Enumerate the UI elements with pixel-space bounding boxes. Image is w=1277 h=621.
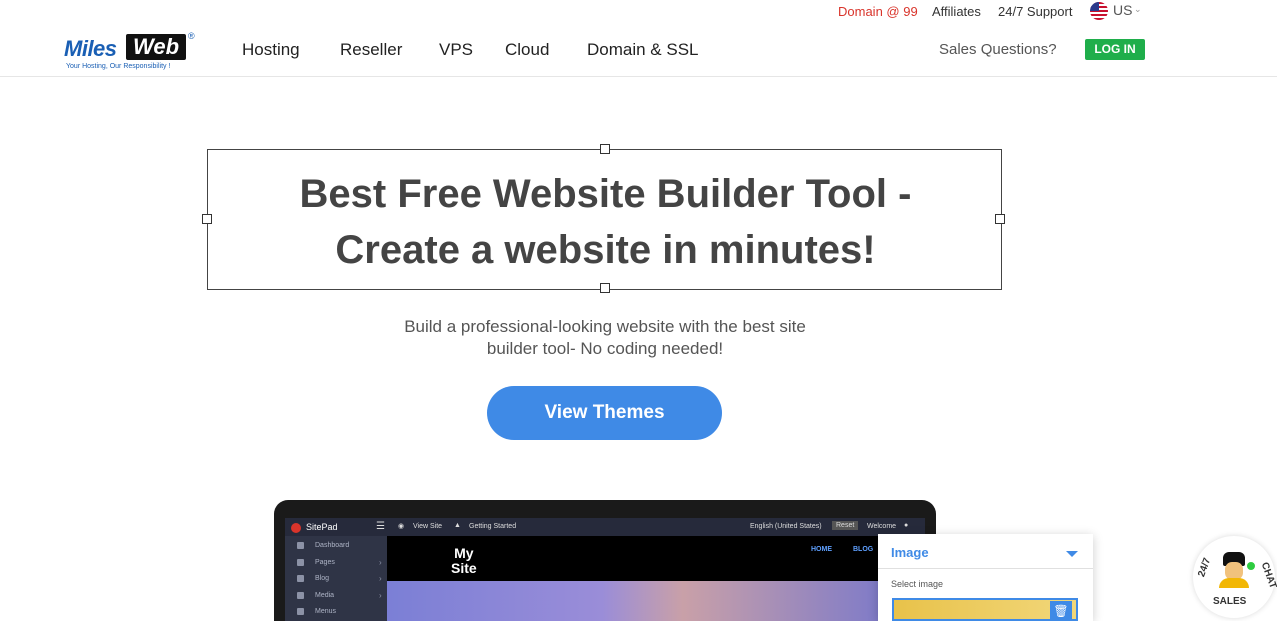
logo-registered-mark: ® [188, 31, 195, 41]
nav-vps[interactable]: VPS [439, 40, 473, 60]
chevron-right-icon: › [379, 574, 382, 583]
logo-web-text: Web [126, 34, 186, 60]
nav-cloud[interactable]: Cloud [505, 40, 549, 60]
preview-site-title-line-1: My [454, 545, 474, 561]
menus-icon [297, 608, 304, 615]
sitepad-app-name: SitePad [306, 522, 338, 532]
nav-reseller[interactable]: Reseller [340, 40, 402, 60]
logo-tagline: Your Hosting, Our Responsibility ! [66, 63, 171, 70]
avatar-shirt [1219, 578, 1249, 588]
preview-site-title: My Site [451, 546, 477, 576]
chevron-down-icon[interactable]: ⌄ [1134, 4, 1142, 15]
sitepad-view-site: View Site [413, 523, 443, 530]
preview-nav-home: HOME [811, 546, 832, 553]
nav-hosting[interactable]: Hosting [242, 40, 300, 60]
hero-subtitle: Build a professional-looking website wit… [360, 316, 850, 360]
sitepad-screen: SitePad ☰ ◉ View Site ▲ Getting Started … [285, 518, 925, 621]
eye-icon: ◉ [398, 523, 405, 530]
hero-subtitle-line-1: Build a professional-looking website wit… [404, 317, 806, 336]
graduation-cap-icon: ▲ [454, 522, 461, 529]
sidebar-item-dashboard: Dashboard [315, 542, 350, 549]
user-icon: ● [904, 522, 909, 529]
nav-domain-ssl[interactable]: Domain & SSL [587, 40, 699, 60]
view-themes-button[interactable]: View Themes [487, 386, 722, 440]
triangle-down-icon [1066, 551, 1078, 557]
image-panel-title: Image [891, 545, 929, 560]
sidebar-item-pages: Pages [315, 559, 335, 566]
hero-subtitle-line-2: builder tool- No coding needed! [486, 339, 724, 358]
logo-miles-text: Miles [64, 36, 117, 61]
pages-icon [297, 559, 304, 566]
us-flag-icon[interactable] [1090, 2, 1108, 20]
menu-icon: ☰ [376, 521, 385, 532]
chat-label-sales: SALES [1213, 596, 1247, 607]
sitepad-topbar: SitePad ☰ ◉ View Site ▲ Getting Started … [285, 518, 925, 536]
page-title: Best Free Website Builder Tool - Create … [208, 166, 1003, 278]
sitepad-welcome: Welcome [867, 523, 897, 530]
sitepad-getting-started: Getting Started [469, 523, 517, 530]
sitepad-preview: My Site HOME BLOG [387, 536, 925, 621]
sidebar-item-media: Media [315, 592, 335, 599]
dashboard-icon [297, 542, 304, 549]
sitepad-logo-icon [291, 523, 301, 533]
trash-icon: 🗑 [1050, 601, 1072, 621]
chat-label-chat: CHAT [1258, 560, 1277, 591]
affiliates-link[interactable]: Affiliates [932, 4, 981, 19]
sidebar-item-blog: Blog [315, 575, 330, 582]
preview-site-title-line-2: Site [451, 560, 477, 576]
chevron-right-icon: › [379, 558, 382, 567]
preview-nav-blog: BLOG [853, 546, 874, 553]
login-button[interactable]: LOG IN [1085, 39, 1145, 60]
main-header: Miles Web ® Your Hosting, Our Responsibi… [0, 24, 1277, 77]
preview-hero-photo [387, 581, 925, 621]
panel-divider [878, 568, 1093, 569]
sitepad-language: English (United States) [750, 523, 822, 530]
sales-questions-link[interactable]: Sales Questions? [939, 41, 1057, 58]
mileweb-logo[interactable]: Miles Web ® Your Hosting, Our Responsibi… [64, 30, 198, 74]
sales-chat-widget[interactable]: 24/7 SALES CHAT [1193, 536, 1277, 618]
country-selector[interactable]: US [1113, 2, 1132, 18]
top-utility-bar: Domain @ 99 Affiliates 24/7 Support US ⌄ [0, 0, 1277, 24]
resize-handle-top[interactable] [600, 144, 610, 154]
pin-icon [297, 575, 304, 582]
support-link[interactable]: 24/7 Support [998, 4, 1072, 19]
domain-offer-link[interactable]: Domain @ 99 [838, 4, 918, 19]
resize-handle-bottom[interactable] [600, 283, 610, 293]
laptop-mockup: SitePad ☰ ◉ View Site ▲ Getting Started … [274, 500, 936, 621]
online-status-icon [1245, 560, 1257, 572]
sidebar-item-menus: Menus [315, 608, 337, 615]
media-icon [297, 592, 304, 599]
image-settings-panel: Image Select image 🗑 [878, 534, 1093, 621]
sitepad-sidebar: Dashboard Pages › Blog › Media › Menus [285, 536, 387, 621]
sitepad-reset: Reset [832, 521, 859, 530]
chat-label-24-7: 24/7 [1196, 556, 1214, 579]
hero-title-selection-box[interactable]: Best Free Website Builder Tool - Create … [202, 144, 1005, 293]
page-title-line-1: Best Free Website Builder Tool - [299, 172, 912, 216]
page-title-line-2: Create a website in minutes! [335, 228, 876, 272]
chevron-right-icon: › [379, 591, 382, 600]
select-image-label: Select image [891, 579, 944, 589]
